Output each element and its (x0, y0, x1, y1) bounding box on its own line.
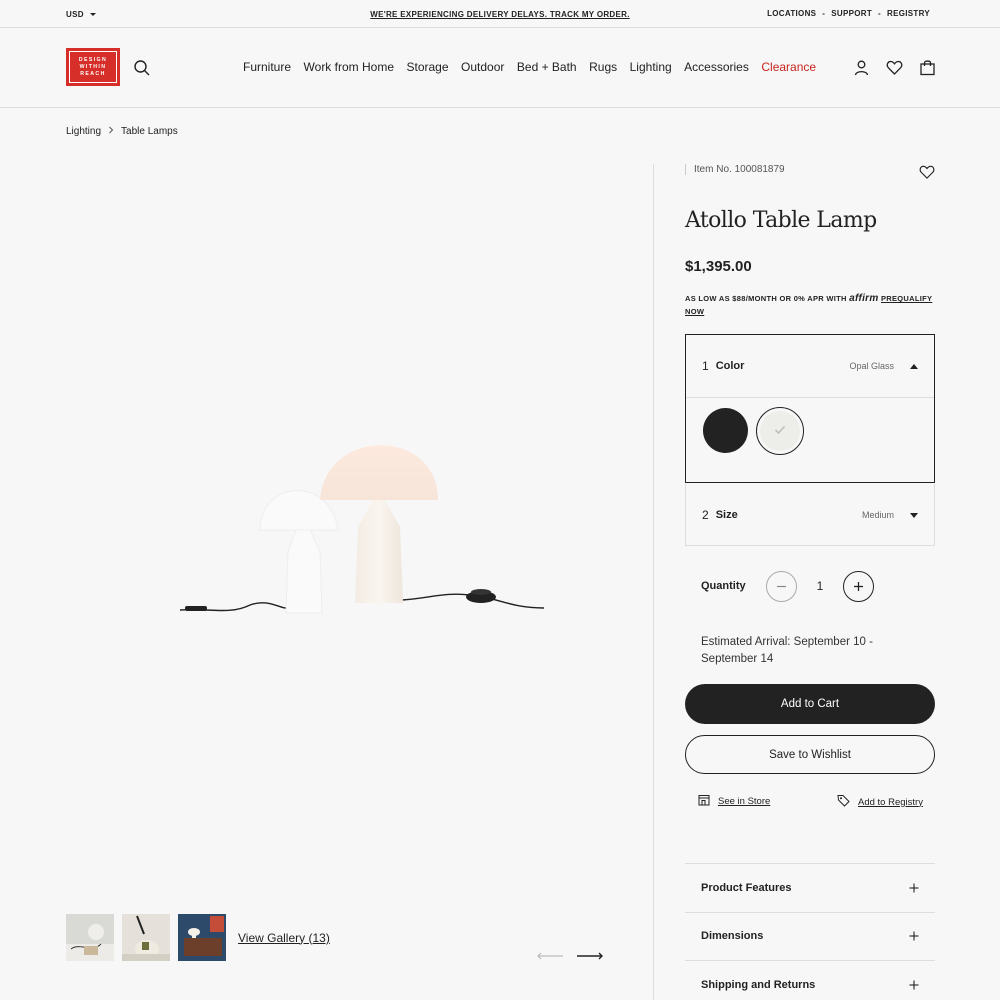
nav-storage[interactable]: Storage (407, 60, 449, 74)
see-in-store-label: See in Store (718, 796, 771, 807)
chevron-down-icon (910, 512, 918, 518)
estimated-arrival: Estimated Arrival: September 10 - Septem… (701, 636, 873, 665)
gallery-thumbnail[interactable] (66, 914, 114, 961)
column-divider (653, 164, 654, 1000)
nav-lighting[interactable]: Lighting (630, 60, 672, 74)
accordion-label: Shipping and Returns (701, 978, 816, 991)
color-option: 1 Color Opal Glass (685, 334, 935, 483)
nav-accessories[interactable]: Accessories (684, 60, 749, 74)
nav-bed-bath[interactable]: Bed + Bath (517, 60, 577, 74)
item-number: Item No. 100081879 (685, 164, 785, 175)
decrease-quantity-button[interactable] (766, 570, 797, 602)
option-label: Size (715, 509, 738, 521)
check-icon (774, 422, 786, 440)
logo-line: REACH (80, 70, 106, 77)
breadcrumb-lighting[interactable]: Lighting (66, 126, 101, 137)
accordion-product-features[interactable]: Product Features (685, 863, 935, 912)
tag-icon (837, 794, 850, 810)
chevron-up-icon (910, 363, 918, 369)
affirm-text: AS LOW AS $88/MONTH OR 0% APR WITH (685, 294, 847, 303)
save-to-wishlist-button[interactable]: Save to Wishlist (685, 735, 935, 774)
header-actions (853, 59, 936, 76)
quantity-value[interactable]: 1 (797, 579, 843, 593)
affirm-logo: affirm (849, 293, 879, 304)
accordion-label: Product Features (701, 881, 792, 894)
product-image[interactable] (170, 430, 550, 620)
quantity-stepper: Quantity 1 (701, 570, 935, 602)
promo-link[interactable]: WE'RE EXPERIENCING DELIVERY DELAYS. TRAC… (370, 10, 629, 19)
nav-clearance[interactable]: Clearance (761, 60, 816, 74)
add-to-cart-button[interactable]: Add to Cart (685, 684, 935, 724)
nav-furniture[interactable]: Furniture (243, 60, 291, 74)
product-info-accordion: Product Features Dimensions Shipping and… (685, 863, 935, 1000)
size-option: 2 Size Medium (685, 484, 935, 546)
gallery-thumbnail[interactable] (178, 914, 226, 961)
site-header: DESIGN WITHIN REACH Furniture Work from … (0, 28, 1000, 108)
plus-icon (909, 977, 919, 993)
accordion-label: Dimensions (701, 930, 764, 943)
product-title: Atollo Table Lamp (685, 208, 877, 233)
add-to-registry-label: Add to Registry (858, 796, 923, 808)
chevron-right-icon (107, 126, 115, 137)
heart-icon[interactable] (886, 59, 903, 76)
quantity-label: Quantity (701, 580, 746, 592)
nav-work-from-home[interactable]: Work from Home (304, 60, 394, 74)
gallery-thumbnails: View Gallery (13) (66, 914, 330, 961)
color-option-header[interactable]: 1 Color Opal Glass (686, 335, 934, 397)
see-in-store-link[interactable]: See in Store (698, 794, 770, 809)
size-option-header[interactable]: 2 Size Medium (686, 484, 934, 546)
option-label: Color (715, 360, 745, 372)
divider (686, 397, 934, 398)
accordion-shipping-returns[interactable]: Shipping and Returns (685, 960, 935, 1000)
locations-link[interactable]: LOCATIONS (767, 9, 816, 18)
affirm-financing: AS LOW AS $88/MONTH OR 0% APR WITH affir… (685, 292, 935, 318)
arrow-left-icon[interactable] (537, 948, 564, 966)
search-icon[interactable] (133, 59, 151, 77)
increase-quantity-button[interactable] (843, 570, 874, 602)
swatch-black[interactable] (703, 408, 748, 453)
product-price: $1,395.00 (685, 258, 752, 275)
arrow-right-icon[interactable] (576, 948, 603, 966)
utility-links: LOCATIONS - SUPPORT - REGISTRY (767, 9, 930, 18)
option-selected-value: Medium (861, 510, 894, 520)
utility-separator: - (878, 9, 881, 18)
swatch-opal-glass[interactable] (756, 407, 804, 455)
option-selected-value: Opal Glass (849, 361, 894, 371)
gallery-navigation (537, 948, 603, 966)
heart-icon[interactable] (919, 164, 935, 180)
option-number: 1 (702, 359, 709, 373)
logo-line: WITHIN (79, 63, 107, 70)
add-to-registry-link[interactable]: Add to Registry (837, 794, 923, 810)
view-gallery-link[interactable]: View Gallery (13) (238, 931, 330, 945)
registry-link[interactable]: REGISTRY (887, 9, 930, 18)
logo[interactable]: DESIGN WITHIN REACH (66, 48, 120, 86)
breadcrumb-table-lamps[interactable]: Table Lamps (121, 126, 178, 137)
bag-icon[interactable] (919, 59, 936, 76)
accordion-dimensions[interactable]: Dimensions (685, 911, 935, 961)
account-icon[interactable] (853, 59, 870, 76)
plus-icon (909, 928, 919, 944)
nav-outdoor[interactable]: Outdoor (461, 60, 504, 74)
option-number: 2 (702, 508, 709, 522)
nav-rugs[interactable]: Rugs (589, 60, 617, 74)
logo-line: DESIGN (78, 56, 108, 63)
utility-separator: - (822, 9, 826, 18)
store-icon (698, 794, 710, 809)
main-nav: Furniture Work from Home Storage Outdoor… (243, 60, 816, 74)
gallery-thumbnail[interactable] (122, 914, 170, 961)
utility-bar: USD WE'RE EXPERIENCING DELIVERY DELAYS. … (0, 0, 1000, 28)
support-link[interactable]: SUPPORT (831, 9, 872, 18)
plus-icon (909, 880, 919, 896)
breadcrumb: Lighting Table Lamps (66, 126, 178, 137)
